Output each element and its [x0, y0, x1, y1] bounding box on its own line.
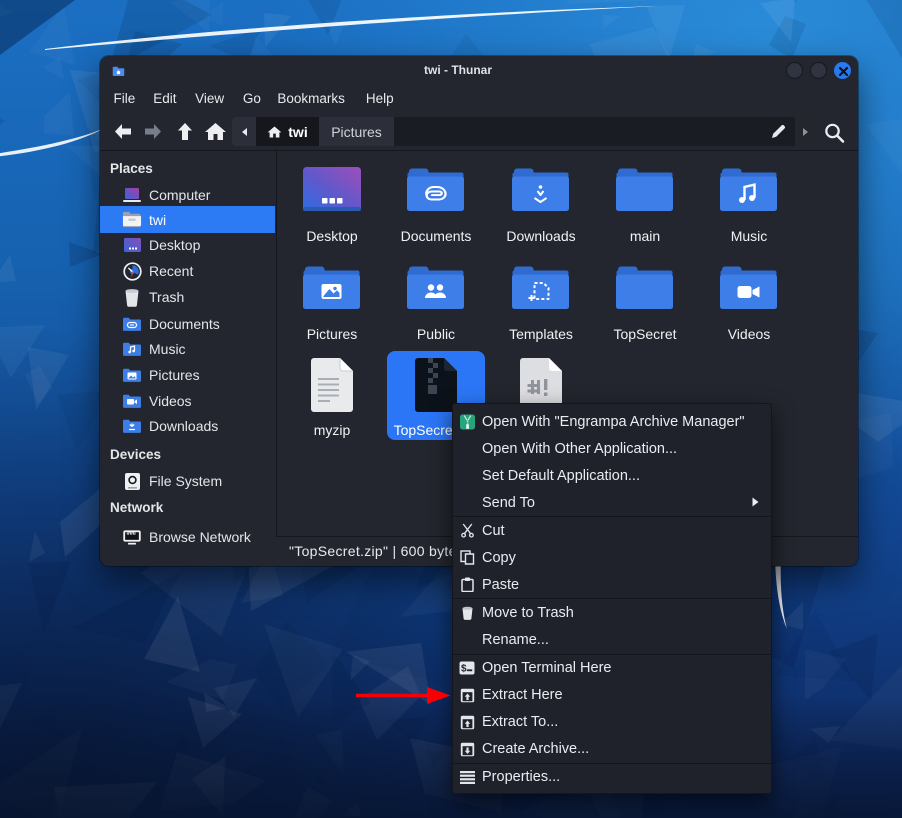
svg-text:$: $ — [461, 664, 467, 675]
